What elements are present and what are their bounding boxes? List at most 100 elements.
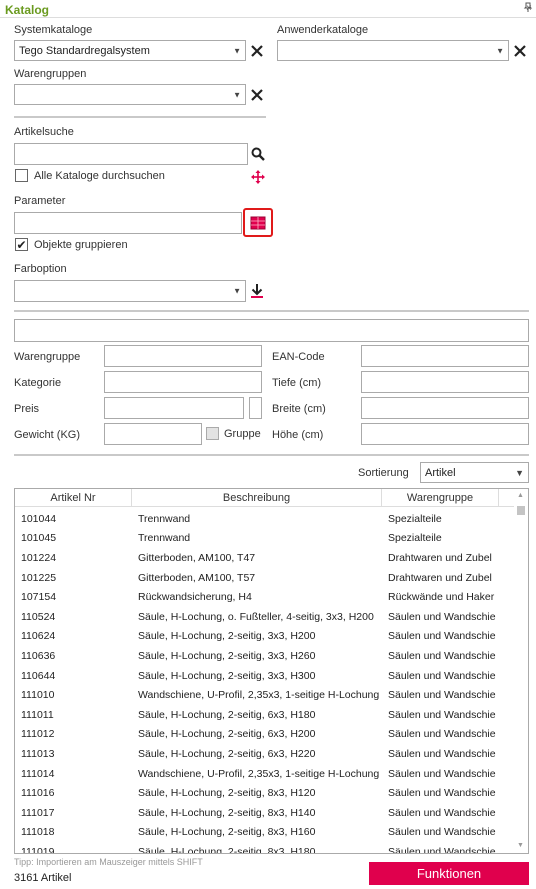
- preis-currency-field[interactable]: [249, 397, 262, 419]
- table-row[interactable]: 107154 Rückwandsicherung, H4 Rückwände und…: [15, 587, 528, 607]
- preis-field[interactable]: [104, 397, 244, 419]
- ean-field[interactable]: [361, 345, 529, 367]
- vertical-scrollbar[interactable]: ▲ ▼: [514, 489, 528, 853]
- table-row[interactable]: 101224 Gitterboden, AM100, T47 Drahtwaren …: [15, 548, 528, 568]
- artikel-nr-cell: 111019: [21, 845, 55, 854]
- hoehe-field[interactable]: [361, 423, 529, 445]
- warengruppe-cell: Säulen und Wandschie: [388, 767, 496, 780]
- warengruppe-field[interactable]: [104, 345, 262, 367]
- beschreibung-cell: Säule, H-Lochung, 2-seitig, 3x3, H200: [138, 630, 316, 643]
- warengruppe-cell: Säulen und Wandschie: [388, 806, 496, 819]
- warengruppe-cell: Rückwände und Haker: [388, 591, 495, 604]
- all-catalogs-label: Alle Kataloge durchsuchen: [34, 169, 165, 182]
- article-search-label: Artikelsuche: [14, 126, 74, 138]
- table-row[interactable]: 110644 Säule, H-Lochung, 2-seitig, 3x3, H…: [15, 666, 528, 686]
- table-row[interactable]: 111018 Säule, H-Lochung, 2-seitig, 8x3, H…: [15, 823, 528, 843]
- parameter-input[interactable]: [14, 212, 242, 234]
- beschreibung-cell: Säule, H-Lochung, 2-seitig, 6x3, H220: [138, 747, 316, 760]
- table-row[interactable]: 111017 Säule, H-Lochung, 2-seitig, 8x3, H…: [15, 803, 528, 823]
- warengruppe-cell: Spezialteile: [388, 512, 442, 525]
- artikel-nr-cell: 110644: [21, 669, 56, 682]
- article-table[interactable]: Artikel Nr Beschreibung Warengruppe 1010…: [14, 488, 529, 854]
- article-search-input[interactable]: [14, 143, 248, 165]
- warengruppe-cell: Säulen und Wandschie: [388, 708, 496, 721]
- gruppe-checkbox[interactable]: Gruppe: [206, 427, 261, 440]
- artikel-nr-cell: 111014: [21, 767, 55, 780]
- beschreibung-cell: Gitterboden, AM100, T57: [138, 571, 256, 584]
- sort-combo[interactable]: Artikel ▼: [420, 462, 529, 483]
- article-name-field[interactable]: [14, 319, 529, 342]
- column-header-beschreibung[interactable]: Beschreibung: [132, 489, 382, 506]
- table-row[interactable]: 110624 Säule, H-Lochung, 2-seitig, 3x3, H…: [15, 627, 528, 647]
- table-row[interactable]: 111010 Wandschiene, U-Profil, 2,35x3, 1-s…: [15, 685, 528, 705]
- artikel-nr-cell: 107154: [21, 591, 57, 604]
- table-icon: [250, 216, 266, 229]
- artikel-nr-cell: 111011: [21, 708, 54, 721]
- preis-label: Preis: [14, 403, 40, 415]
- tip-text: Tipp: Importieren am Mauszeiger mittels …: [14, 857, 203, 867]
- functions-button[interactable]: Funktionen: [369, 862, 529, 885]
- user-catalog-combo[interactable]: ▼: [277, 40, 509, 61]
- artikel-nr-cell: 110636: [21, 649, 56, 662]
- beschreibung-cell: Säule, H-Lochung, 2-seitig, 6x3, H200: [138, 728, 316, 741]
- table-row[interactable]: 101225 Gitterboden, AM100, T57 Drahtwaren …: [15, 568, 528, 588]
- group-objects-checkbox[interactable]: ✔ Objekte gruppieren: [15, 238, 128, 251]
- clear-product-groups-button[interactable]: [247, 84, 266, 105]
- title-divider: [0, 17, 536, 18]
- beschreibung-cell: Trennwand: [138, 512, 191, 525]
- move-button[interactable]: [249, 167, 267, 186]
- system-catalog-combo[interactable]: Tego Standardregalsystem ▼: [14, 40, 246, 61]
- table-row[interactable]: 110524 Säule, H-Lochung, o. Fußteller, 4-…: [15, 607, 528, 627]
- table-row[interactable]: 111011 Säule, H-Lochung, 2-seitig, 6x3, H…: [15, 705, 528, 725]
- sort-value: Artikel: [425, 466, 456, 479]
- table-row[interactable]: 111014 Wandschiene, U-Profil, 2,35x3, 1-s…: [15, 764, 528, 784]
- artikel-nr-cell: 111010: [21, 689, 55, 702]
- hoehe-label: Höhe (cm): [272, 429, 324, 441]
- table-row[interactable]: 110636 Säule, H-Lochung, 2-seitig, 3x3, H…: [15, 646, 528, 666]
- artikel-nr-cell: 111013: [21, 747, 55, 760]
- breite-field[interactable]: [361, 397, 529, 419]
- table-row[interactable]: 111016 Säule, H-Lochung, 2-seitig, 8x3, H…: [15, 783, 528, 803]
- close-icon[interactable]: ×: [526, 3, 532, 14]
- artikel-nr-cell: 110624: [21, 630, 56, 643]
- parameter-edit-button[interactable]: [243, 208, 273, 237]
- checkbox-box[interactable]: ✔: [15, 238, 28, 251]
- user-catalog-label: Anwenderkataloge: [277, 24, 369, 36]
- beschreibung-cell: Säule, H-Lochung, 2-seitig, 8x3, H140: [138, 806, 316, 819]
- product-groups-label: Warengruppen: [14, 68, 87, 80]
- clear-system-catalog-button[interactable]: [247, 40, 266, 61]
- warengruppe-cell: Säulen und Wandschie: [388, 826, 496, 839]
- sort-label: Sortierung: [358, 467, 409, 479]
- checkmark-icon: ✔: [16, 237, 27, 252]
- kategorie-field[interactable]: [104, 371, 262, 393]
- artikel-nr-cell: 110524: [21, 610, 56, 623]
- table-row[interactable]: 111012 Säule, H-Lochung, 2-seitig, 6x3, H…: [15, 725, 528, 745]
- parameter-label: Parameter: [14, 195, 66, 207]
- color-option-combo[interactable]: ▼: [14, 280, 246, 302]
- product-groups-combo[interactable]: ▼: [14, 84, 246, 105]
- gewicht-label: Gewicht (KG): [14, 429, 81, 441]
- search-button[interactable]: [249, 144, 267, 164]
- column-header-warengruppe[interactable]: Warengruppe: [382, 489, 499, 506]
- checkbox-box[interactable]: [206, 427, 219, 440]
- table-row[interactable]: 101045 Trennwand Spezialteile: [15, 529, 528, 549]
- table-row[interactable]: 111013 Säule, H-Lochung, 2-seitig, 6x3, H…: [15, 744, 528, 764]
- column-header-artikel-nr[interactable]: Artikel Nr: [15, 489, 132, 506]
- chevron-down-icon: ▼: [496, 46, 504, 55]
- table-row[interactable]: 111019 Säule, H-Lochung, 2-seitig, 8x3, H…: [15, 842, 528, 854]
- all-catalogs-checkbox[interactable]: Alle Kataloge durchsuchen: [15, 169, 165, 182]
- scroll-down-icon[interactable]: ▼: [517, 842, 524, 849]
- scroll-up-icon[interactable]: ▲: [517, 492, 524, 499]
- artikel-nr-cell: 101225: [21, 571, 57, 584]
- gewicht-field[interactable]: [104, 423, 202, 445]
- tiefe-field[interactable]: [361, 371, 529, 393]
- clear-user-catalog-button[interactable]: [510, 40, 529, 61]
- beschreibung-cell: Säule, H-Lochung, 2-seitig, 3x3, H300: [138, 669, 316, 682]
- close-icon: [250, 44, 263, 57]
- checkbox-box[interactable]: [15, 169, 28, 182]
- download-button[interactable]: [248, 281, 266, 301]
- warengruppe-cell: Säulen und Wandschie: [388, 747, 496, 760]
- scrollbar-thumb[interactable]: [517, 506, 525, 515]
- chevron-down-icon: ▼: [515, 467, 524, 478]
- table-row[interactable]: 101044 Trennwand Spezialteile: [15, 509, 528, 529]
